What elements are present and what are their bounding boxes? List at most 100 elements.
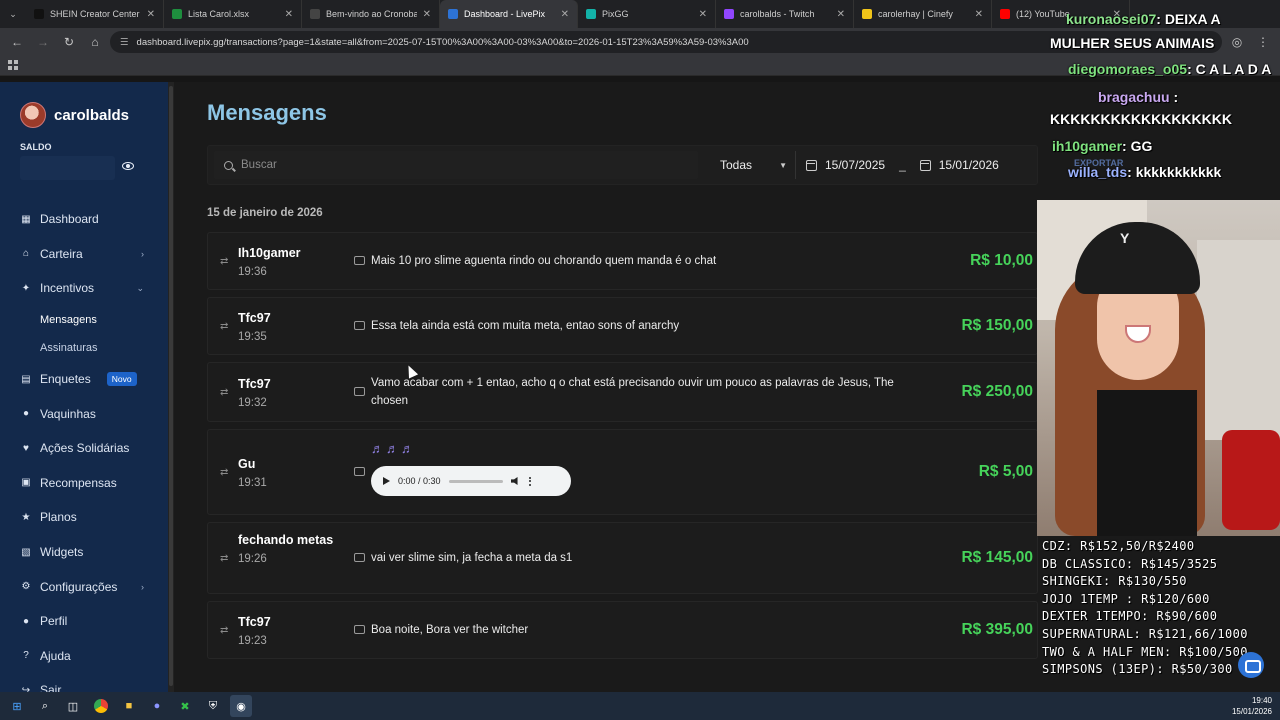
file-explorer-icon[interactable]: ■ — [118, 695, 140, 717]
obs-icon[interactable]: ◉ — [230, 695, 252, 717]
back-icon[interactable]: ← — [6, 31, 28, 53]
sidebar-nav: ▦ Dashboard ⌂ Carteira › ✦ Incentivos ⌄ Mensagen… — [0, 202, 168, 708]
security-icon[interactable]: ⛨ — [202, 695, 224, 717]
windows-start-icon[interactable]: ⊞ — [6, 695, 28, 717]
close-icon[interactable]: ✕ — [837, 9, 845, 20]
close-icon[interactable]: ✕ — [147, 9, 155, 20]
transaction-row[interactable]: ⇄ Tfc97 19:35 Essa tela ainda está com muit… — [207, 297, 1038, 355]
tab-label: PixGG — [602, 9, 629, 19]
screen: ⌄ SHEIN Creator Center ✕ Lista Carol.xlsx ✕… — [0, 0, 1280, 720]
search-input[interactable]: Buscar — [214, 151, 698, 179]
sidebar-item[interactable]: ★ Planos — [0, 500, 168, 535]
tab-label: SHEIN Creator Center — [50, 9, 140, 19]
discord-icon[interactable]: ● — [146, 695, 168, 717]
transaction-time: 19:31 — [238, 477, 267, 489]
site-info-icon[interactable]: ☰ — [120, 37, 129, 48]
sidebar-item[interactable]: ✦ Incentivos ⌄ — [0, 271, 168, 306]
swap-icon: ⇄ — [220, 387, 229, 398]
goal-line: CDZ: R$152,50/R$2400 — [1042, 539, 1195, 553]
reload-icon[interactable]: ↻ — [58, 31, 80, 53]
saldo-value-hidden — [20, 156, 115, 180]
message-text: Essa tela ainda está com muita meta, ent… — [371, 320, 680, 332]
close-icon[interactable]: ✕ — [423, 9, 431, 20]
message-text: vai ver slime sim, ja fecha a meta da s1 — [371, 552, 573, 564]
more-options-icon[interactable] — [528, 476, 531, 486]
taskbar-clock[interactable]: 19:40 15/01/2026 — [1232, 695, 1272, 717]
clock-time: 19:40 — [1251, 696, 1272, 705]
heart-icon: ♥ — [23, 442, 29, 454]
transaction-time: 19:26 — [238, 553, 267, 565]
chat-support-button[interactable] — [1238, 652, 1264, 678]
sidebar-subitem-assinaturas[interactable]: Assinaturas — [0, 334, 168, 362]
tab-label: carolbalds - Twitch — [740, 9, 815, 19]
apps-grid-icon[interactable] — [8, 60, 18, 70]
transaction-row[interactable]: ⇄ Tfc97 19:23 Boa noite, Bora ver the witch… — [207, 601, 1038, 659]
sidebar-item[interactable]: ▣ Recompensas — [0, 466, 168, 501]
bank-icon: ⌂ — [22, 248, 30, 260]
browser-tab[interactable]: PixGG ✕ — [578, 0, 716, 28]
sidebar-item[interactable]: ♥ Ações Solidárias — [0, 431, 168, 466]
audio-progress-bar[interactable] — [448, 479, 503, 483]
sidebar-item[interactable]: ⌂ Carteira › — [0, 237, 168, 272]
chat-username: bragachuu — [1098, 89, 1170, 105]
avatar — [20, 102, 46, 128]
transactions-list: ⇄ Ih10gamer 19:36 Mais 10 pro slime aguenta… — [207, 232, 1038, 666]
sidebar-item[interactable]: ● Perfil — [0, 604, 168, 639]
sidebar-item[interactable]: ▦ Dashboard — [0, 202, 168, 237]
home-icon[interactable]: ⌂ — [84, 31, 106, 53]
date-from-field[interactable]: 15/07/2025 — [796, 158, 895, 172]
sidebar: carolbalds SALDO ▦ Dashboard ⌂ Carteira › ✦ In… — [0, 82, 168, 697]
chat-message: bragachuu : — [1098, 89, 1178, 105]
task-view-icon[interactable]: ◫ — [62, 695, 84, 717]
browser-tab[interactable]: Bem-vindo ao Cronobalá ✕ — [302, 0, 440, 28]
sidebar-item[interactable]: ⚙ Configurações › — [0, 569, 168, 604]
state-select[interactable]: Todas ▼ — [712, 151, 796, 179]
webcam-chair — [1222, 430, 1280, 530]
search-icon[interactable]: ⌕ — [34, 695, 56, 717]
browser-tab[interactable]: Dashboard - LivePix ✕ — [440, 0, 578, 28]
sender-block: Gu 19:31 — [238, 454, 338, 492]
goal-line: DEXTER 1TEMPO: R$90/600 — [1042, 609, 1218, 624]
transaction-row[interactable]: ⇄ fechando metas 19:26 vai ver slime sim, j… — [207, 522, 1038, 594]
date-to-field[interactable]: 15/01/2026 — [910, 158, 1009, 172]
chevron-icon: › — [141, 581, 144, 592]
close-icon[interactable]: ✕ — [975, 9, 983, 20]
browser-tab[interactable]: carolerhay | Cinefy ✕ — [854, 0, 992, 28]
sidebar-subitem-mensagens[interactable]: Mensagens — [0, 306, 168, 334]
user-profile[interactable]: carolbalds — [20, 102, 129, 128]
sparkle-icon: ✦ — [21, 282, 31, 294]
browser-tab[interactable]: carolbalds - Twitch ✕ — [716, 0, 854, 28]
eye-icon[interactable] — [122, 162, 134, 170]
sidebar-item-label: Ajuda — [40, 648, 71, 663]
chrome-icon[interactable] — [90, 695, 112, 717]
sidebar-item[interactable]: ? Ajuda — [0, 639, 168, 674]
chat-message: kuronaosei07: DEIXA A — [1066, 11, 1221, 27]
search-placeholder: Buscar — [241, 159, 277, 171]
close-icon[interactable]: ✕ — [285, 9, 293, 20]
transaction-row[interactable]: ⇄ Ih10gamer 19:36 Mais 10 pro slime aguenta… — [207, 232, 1038, 290]
sidebar-item[interactable]: ▤ Enquetes Novo — [0, 362, 168, 397]
sidebar-item[interactable]: ▧ Widgets — [0, 535, 168, 570]
message-text: Vamo acabar com + 1 entao, acho q o chat… — [371, 377, 894, 407]
transaction-amount: R$ 150,00 — [961, 317, 1033, 334]
play-icon[interactable] — [383, 477, 390, 485]
chat-text: : DEIXA A — [1156, 11, 1221, 27]
volume-icon[interactable] — [510, 477, 518, 485]
forward-icon[interactable]: → — [32, 31, 54, 53]
xbox-icon[interactable]: ✖ — [174, 695, 196, 717]
sidebar-item-label: Vaquinhas — [40, 406, 96, 421]
browser-tab[interactable]: SHEIN Creator Center ✕ — [26, 0, 164, 28]
browser-tab[interactable]: Lista Carol.xlsx ✕ — [164, 0, 302, 28]
tab-search-icon[interactable]: ⌄ — [0, 0, 26, 28]
transaction-row[interactable]: ⇄ Tfc97 19:32 Vamo acabar com + 1 entao, ac… — [207, 362, 1038, 422]
sidebar-item[interactable]: ● Vaquinhas — [0, 396, 168, 431]
transaction-row[interactable]: ⇄ Gu 19:31 ♬♬♬ 0:00 / 0:30 R$ 5,00 — [207, 429, 1038, 515]
webcam-overlay: Y — [1037, 200, 1280, 536]
close-icon[interactable]: ✕ — [699, 9, 707, 20]
message-icon — [354, 387, 365, 396]
widget-icon: ▧ — [21, 546, 31, 558]
goal-line: SHINGEKI: R$130/550 — [1042, 574, 1187, 589]
audio-player[interactable]: 0:00 / 0:30 — [371, 466, 571, 496]
close-icon[interactable]: ✕ — [561, 9, 569, 20]
tab-label: Lista Carol.xlsx — [188, 9, 250, 19]
